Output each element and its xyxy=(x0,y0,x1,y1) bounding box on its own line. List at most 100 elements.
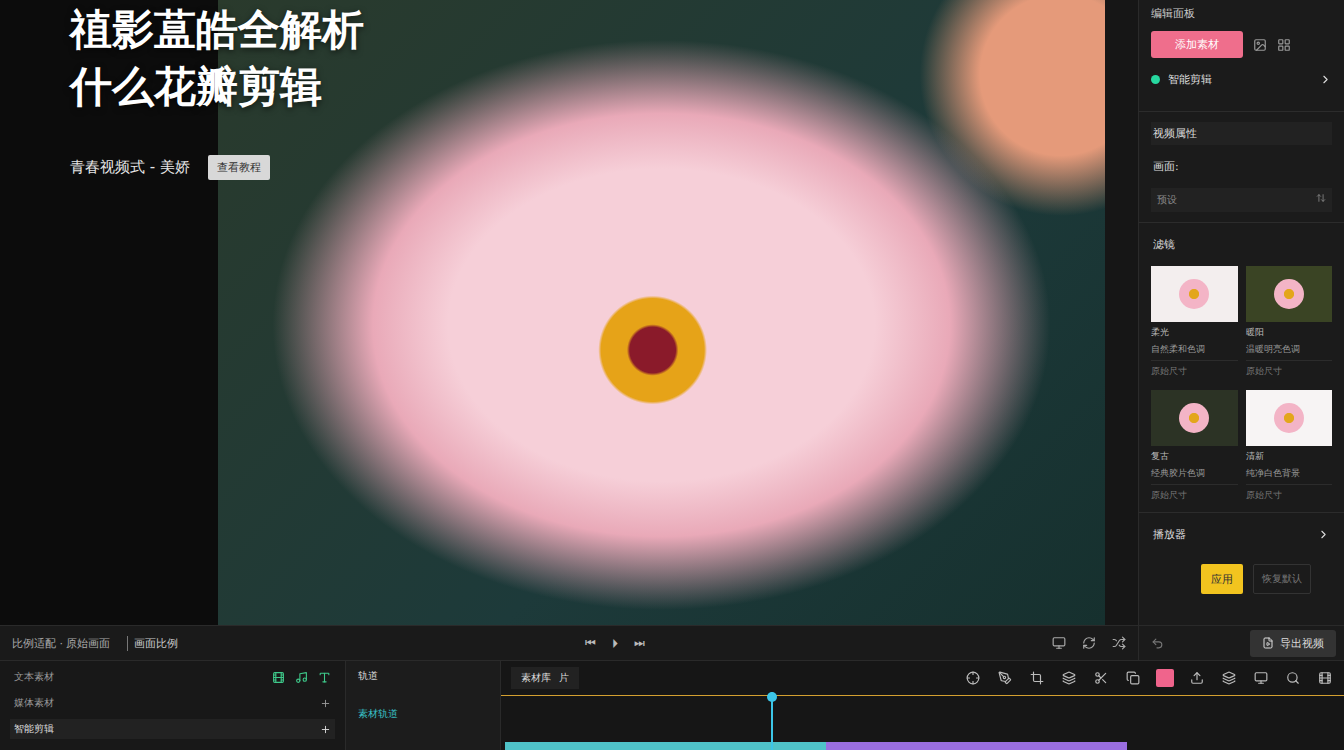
tool-icon xyxy=(1254,671,1268,685)
timeline-toolbar: 素材库片 xyxy=(501,661,1344,695)
workspace: 禃影蒀皓全解析什么花瓣剪辑青春视频式 - 美娇查看教程比例适配 · 原始画面画面… xyxy=(0,0,1344,660)
smart-edit-item[interactable]: 智能剪辑 xyxy=(1139,62,1344,112)
tool-button[interactable] xyxy=(1156,669,1174,687)
tool-icon xyxy=(1318,671,1332,685)
filter-title: 滤镜 xyxy=(1151,233,1332,256)
filter-thumbnail xyxy=(1151,266,1238,322)
status-dot xyxy=(1151,75,1160,84)
image-icon[interactable] xyxy=(1253,38,1267,52)
tool-icon xyxy=(998,671,1012,685)
tool-button[interactable] xyxy=(1284,669,1302,687)
title-overlay: 禃影蒀皓全解析什么花瓣剪辑青春视频式 - 美娇查看教程 xyxy=(70,4,364,180)
playhead[interactable] xyxy=(771,692,773,750)
tool-icon xyxy=(1286,671,1300,685)
add-media-button[interactable]: 添加素材 xyxy=(1151,31,1243,58)
filter-meta: 原始尺寸 xyxy=(1246,484,1333,502)
panel-actions: 添加素材 xyxy=(1139,27,1344,62)
filter-section: 滤镜柔光自然柔和色调原始尺寸暖阳温暖明亮色调原始尺寸复古经典胶片色调原始尺寸清新… xyxy=(1139,223,1344,513)
frame-label: 画面: xyxy=(1151,155,1332,178)
chevron-icon xyxy=(1319,73,1332,86)
tool-button[interactable] xyxy=(1092,669,1110,687)
filter-tile[interactable]: 柔光自然柔和色调原始尺寸 xyxy=(1151,266,1238,378)
filter-thumbnail xyxy=(1151,390,1238,446)
tool-button[interactable] xyxy=(1220,669,1238,687)
tool-button[interactable] xyxy=(1060,669,1078,687)
flower-icon xyxy=(1274,279,1304,309)
material-row[interactable]: 智能剪辑 xyxy=(10,719,335,739)
tutorial-tag[interactable]: 查看教程 xyxy=(208,155,270,180)
material-row[interactable]: 媒体素材 xyxy=(10,693,335,713)
ratio-select[interactable]: 比例适配 · 原始画面 xyxy=(12,636,111,651)
preview-stage: 禃影蒀皓全解析什么花瓣剪辑青春视频式 - 美娇查看教程 xyxy=(0,0,1138,625)
filter-desc: 经典胶片色调 xyxy=(1151,467,1238,480)
library-tab[interactable]: 素材库片 xyxy=(511,667,579,689)
player-section: 播放器应用恢复默认 xyxy=(1139,513,1344,625)
plus-icon[interactable] xyxy=(320,698,331,709)
timeline-main: 素材库片 xyxy=(500,661,1344,750)
export-row: 导出视频 xyxy=(1139,625,1344,660)
bar-right xyxy=(1052,636,1126,650)
playback-controls: ⏮ ⏵ ⏭ xyxy=(585,636,645,650)
tool-icon xyxy=(1126,671,1140,685)
title-line: 禃影蒀皓全解析 xyxy=(70,4,364,57)
plus-icon[interactable] xyxy=(320,724,331,735)
filter-tile[interactable]: 暖阳温暖明亮色调原始尺寸 xyxy=(1246,266,1333,378)
title-line: 什么花瓣剪辑 xyxy=(70,61,364,114)
filter-tile[interactable]: 清新纯净白色背景原始尺寸 xyxy=(1246,390,1333,502)
playback-control[interactable]: ⏭ xyxy=(634,636,645,650)
timeline-clip[interactable] xyxy=(505,742,826,750)
edit-panel: 编辑面板添加素材智能剪辑视频属性画面:预设滤镜柔光自然柔和色调原始尺寸暖阳温暖明… xyxy=(1138,0,1344,660)
tool-button[interactable] xyxy=(1028,669,1046,687)
filter-name: 复古 xyxy=(1151,450,1238,463)
music-icon[interactable] xyxy=(295,671,308,684)
tool-button[interactable] xyxy=(964,669,982,687)
filter-tile[interactable]: 复古经典胶片色调原始尺寸 xyxy=(1151,390,1238,502)
apply-button[interactable]: 应用 xyxy=(1201,564,1243,594)
player-title: 播放器 xyxy=(1151,523,1332,546)
stage-strip xyxy=(1105,0,1138,625)
tool-button[interactable] xyxy=(1188,669,1206,687)
filter-thumbnail xyxy=(1246,390,1333,446)
chevron-icon xyxy=(1317,528,1330,541)
tool-icon xyxy=(1222,671,1236,685)
reset-button[interactable]: 恢复默认 xyxy=(1253,564,1311,594)
tab-badge: 片 xyxy=(559,671,569,685)
shuffle-icon[interactable] xyxy=(1112,636,1126,650)
playback-control[interactable]: ⏮ xyxy=(585,636,596,650)
undo-icon[interactable] xyxy=(1151,637,1164,650)
tool-button[interactable] xyxy=(1124,669,1142,687)
material-header: 文本素材 xyxy=(10,667,335,687)
filter-thumbnail xyxy=(1246,266,1333,322)
film-icon[interactable] xyxy=(272,671,285,684)
preview-column: 禃影蒀皓全解析什么花瓣剪辑青春视频式 - 美娇查看教程比例适配 · 原始画面画面… xyxy=(0,0,1138,660)
preview-bar: 比例适配 · 原始画面画面比例 ⏮ ⏵ ⏭ xyxy=(0,625,1138,660)
tool-button[interactable] xyxy=(1316,669,1334,687)
monitor-icon[interactable] xyxy=(1052,636,1066,650)
tool-button[interactable] xyxy=(996,669,1014,687)
bar-left: 比例适配 · 原始画面画面比例 xyxy=(12,636,178,651)
export-button[interactable]: 导出视频 xyxy=(1250,630,1336,657)
grid-icon[interactable] xyxy=(1277,38,1291,52)
timeline-clip[interactable] xyxy=(826,742,1127,750)
timeline: 文本素材媒体素材智能剪辑 轨道素材轨道 素材库片 xyxy=(0,660,1344,750)
smart-edit-label: 智能剪辑 xyxy=(1168,72,1212,87)
tool-icon xyxy=(1030,671,1044,685)
filter-meta: 原始尺寸 xyxy=(1151,360,1238,378)
tool-icon xyxy=(1094,671,1108,685)
subtitle: 青春视频式 - 美娇 xyxy=(70,158,190,177)
tool-icon xyxy=(1190,671,1204,685)
player-buttons: 应用恢复默认 xyxy=(1151,564,1332,594)
track-title: 轨道 xyxy=(358,669,488,683)
filter-desc: 纯净白色背景 xyxy=(1246,467,1333,480)
section-title: 视频属性 xyxy=(1151,122,1332,145)
preset-input[interactable]: 预设 xyxy=(1151,188,1332,212)
filter-name: 柔光 xyxy=(1151,326,1238,339)
tool-group xyxy=(964,669,1334,687)
refresh-icon[interactable] xyxy=(1082,636,1096,650)
filter-grid: 柔光自然柔和色调原始尺寸暖阳温暖明亮色调原始尺寸复古经典胶片色调原始尺寸清新纯净… xyxy=(1151,266,1332,502)
preview-photo xyxy=(218,0,1105,625)
text-icon[interactable] xyxy=(318,671,331,684)
track-item[interactable]: 素材轨道 xyxy=(358,707,488,721)
playback-control[interactable]: ⏵ xyxy=(612,636,618,650)
tool-button[interactable] xyxy=(1252,669,1270,687)
